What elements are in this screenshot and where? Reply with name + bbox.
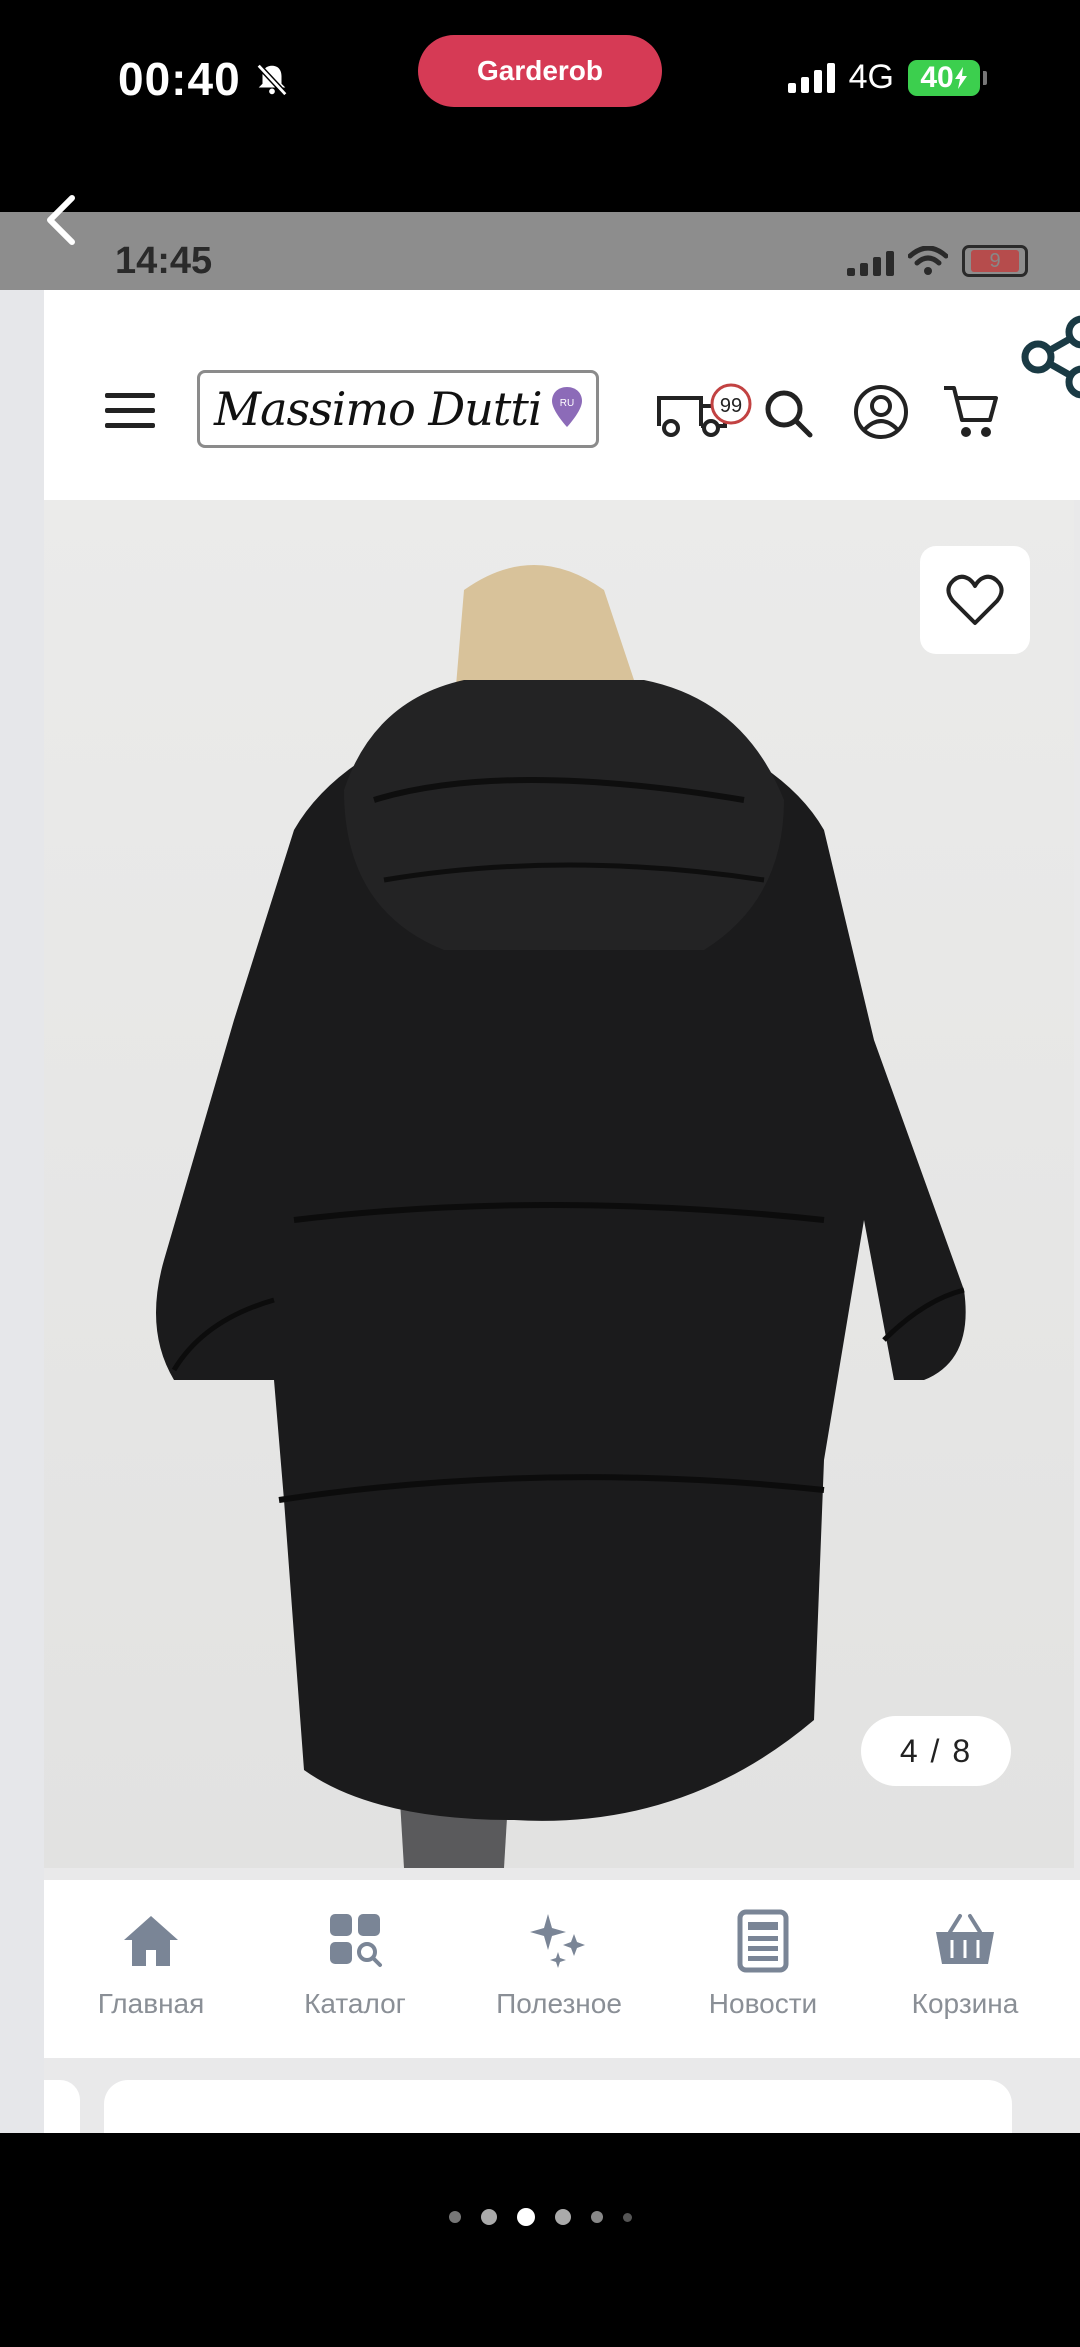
status-time: 00:40 bbox=[118, 52, 291, 106]
delivery-badge: 99 bbox=[720, 395, 742, 417]
tab-home[interactable]: Главная bbox=[66, 1908, 236, 2020]
tab-useful-label: Полезное bbox=[496, 1988, 622, 2019]
inner-status-right: 9 bbox=[847, 245, 1028, 277]
page-dot-active[interactable] bbox=[516, 2208, 535, 2226]
charging-bolt-icon bbox=[954, 66, 967, 89]
bottom-area bbox=[0, 2133, 1080, 2347]
wifi-icon bbox=[908, 246, 948, 275]
news-icon bbox=[737, 1909, 789, 1973]
heart-icon bbox=[946, 574, 1004, 625]
puffer-jacket-photo bbox=[156, 565, 966, 1868]
network-type: 4G bbox=[848, 58, 894, 96]
account-icon[interactable] bbox=[852, 383, 910, 441]
tab-news[interactable]: Новости bbox=[678, 1908, 848, 2020]
logo-badge: RU bbox=[560, 398, 574, 409]
tab-useful[interactable]: Полезное bbox=[474, 1908, 644, 2020]
app-pill[interactable]: Garderob bbox=[418, 35, 662, 107]
tab-home-label: Главная bbox=[97, 1988, 205, 2019]
favorite-button[interactable] bbox=[920, 546, 1030, 654]
tab-catalog[interactable]: Каталог bbox=[270, 1908, 440, 2020]
page-dots[interactable] bbox=[0, 2208, 1080, 2226]
tab-cart[interactable]: Корзина bbox=[880, 1908, 1050, 2020]
menu-icon[interactable] bbox=[105, 393, 155, 429]
logo[interactable]: Massimo Dutti RU bbox=[197, 370, 599, 448]
page-dot[interactable] bbox=[622, 2212, 632, 2222]
delivery-truck-icon[interactable]: 99 bbox=[655, 382, 755, 442]
page-dot[interactable] bbox=[554, 2209, 571, 2225]
logo-text: Massimo Dutti bbox=[214, 382, 543, 436]
status-time-text: 00:40 bbox=[118, 53, 241, 105]
bell-muted-icon bbox=[256, 63, 288, 97]
inner-signal-icon bbox=[847, 246, 894, 276]
basket-icon bbox=[936, 1914, 994, 1964]
product-image[interactable] bbox=[44, 500, 1074, 1868]
battery-level: 40 bbox=[920, 60, 954, 94]
inner-battery-level: 9 bbox=[971, 250, 1019, 272]
page-dot[interactable] bbox=[480, 2209, 497, 2225]
tab-news-label: Новости bbox=[708, 1988, 818, 2019]
tab-catalog-label: Каталог bbox=[304, 1988, 406, 2019]
inner-status-time: 14:45 bbox=[115, 240, 213, 282]
search-icon[interactable] bbox=[760, 385, 816, 441]
location-pin-icon: RU bbox=[552, 387, 582, 427]
left-edge-strip bbox=[0, 290, 44, 2133]
page-dot[interactable] bbox=[590, 2211, 603, 2223]
inner-battery-icon: 9 bbox=[962, 245, 1028, 277]
image-counter: 4 / 8 bbox=[861, 1716, 1011, 1786]
cart-icon[interactable] bbox=[940, 380, 1000, 442]
home-icon bbox=[124, 1916, 178, 1966]
page-dot[interactable] bbox=[448, 2211, 461, 2223]
side-card bbox=[44, 2080, 80, 2140]
signal-icon bbox=[787, 62, 835, 93]
status-right: 4G 40 bbox=[787, 58, 987, 97]
back-chevron-icon[interactable] bbox=[42, 192, 82, 248]
share-icon[interactable] bbox=[1020, 312, 1080, 402]
battery-icon: 40 bbox=[908, 59, 987, 96]
sparkle-icon bbox=[530, 1914, 585, 1968]
catalog-icon bbox=[330, 1914, 382, 1967]
tab-cart-label: Корзина bbox=[911, 1988, 1019, 2019]
